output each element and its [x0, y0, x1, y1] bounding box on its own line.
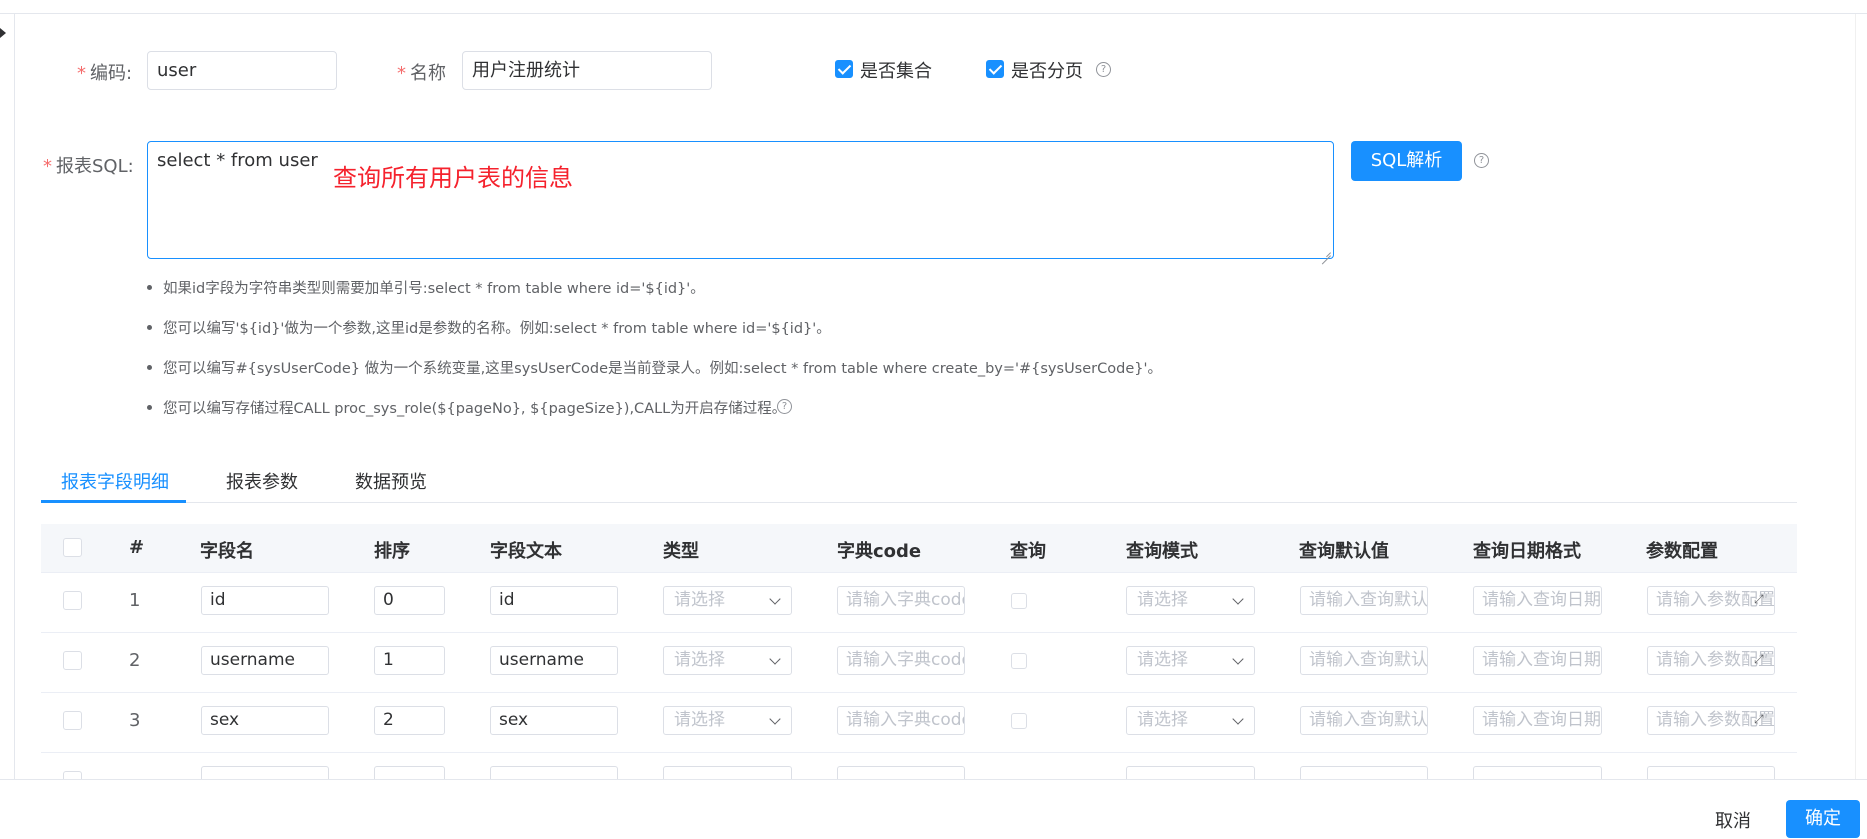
row-checkbox[interactable]: [63, 711, 82, 730]
type-select[interactable]: 请选择: [663, 586, 792, 615]
cancel-button[interactable]: 取消: [1715, 807, 1751, 833]
chevron-down-icon: [769, 713, 781, 725]
query-checkbox[interactable]: [1011, 713, 1027, 729]
dict-code-input[interactable]: 请输入字典code: [837, 586, 965, 615]
col-field-text: 字段文本: [490, 541, 562, 562]
scrollbar[interactable]: [1855, 14, 1867, 779]
field-text-input[interactable]: username: [490, 646, 618, 675]
tip-item: 您可以编写#{sysUserCode} 做为一个系统变量,这里sysUserCo…: [147, 357, 1162, 378]
col-dict-code: 字典code: [837, 541, 922, 562]
name-input[interactable]: 用户注册统计: [462, 51, 712, 90]
tip-item: 如果id字段为字符串类型则需要加单引号:select * from table …: [147, 277, 705, 298]
tab-field-details[interactable]: 报表字段明细: [61, 468, 169, 494]
name-label: * 名称: [397, 63, 446, 84]
query-mode-select[interactable]: 请选择: [1126, 586, 1255, 615]
col-type: 类型: [663, 541, 699, 562]
order-input[interactable]: 2: [374, 706, 445, 735]
confirm-button[interactable]: 确定: [1786, 800, 1860, 838]
row-index: 2: [129, 650, 141, 671]
order-input[interactable]: 0: [374, 586, 445, 615]
query-default-input[interactable]: 请输入查询默认值: [1300, 646, 1428, 675]
row-divider: [41, 752, 1797, 753]
expand-icon[interactable]: ⤢: [1754, 593, 1767, 606]
chevron-down-icon: [1232, 713, 1244, 725]
chevron-down-icon: [1232, 653, 1244, 665]
tab-report-params[interactable]: 报表参数: [226, 468, 298, 494]
query-date-format-input[interactable]: 请输入查询日期格式: [1473, 586, 1602, 615]
query-checkbox[interactable]: [1011, 593, 1027, 609]
left-border: [14, 14, 15, 779]
type-select[interactable]: 请选择: [663, 706, 792, 735]
order-input[interactable]: 1: [374, 646, 445, 675]
sql-textarea[interactable]: select * from user: [147, 141, 1334, 259]
chevron-down-icon: [1232, 593, 1244, 605]
code-label: * 编码:: [77, 63, 133, 84]
collapse-arrow-icon[interactable]: [0, 28, 6, 38]
row-index: 1: [129, 590, 141, 611]
tip-item: 您可以编写存储过程CALL proc_sys_role(${pageNo}, $…: [147, 397, 786, 418]
col-query: 查询: [1010, 541, 1046, 562]
tab-data-preview[interactable]: 数据预览: [355, 468, 427, 494]
row-checkbox[interactable]: [63, 651, 82, 670]
select-all-checkbox[interactable]: [63, 538, 82, 557]
col-query-default: 查询默认值: [1299, 541, 1389, 562]
sql-annotation: 查询所有用户表的信息: [333, 164, 573, 192]
sql-help-icon[interactable]: ?: [1474, 153, 1489, 168]
expand-icon[interactable]: ⤢: [1754, 713, 1767, 726]
query-default-input[interactable]: 请输入查询默认值: [1300, 706, 1428, 735]
query-date-format-input[interactable]: 请输入查询日期格式: [1473, 706, 1602, 735]
expand-icon[interactable]: ⤢: [1754, 653, 1767, 666]
resize-handle-icon[interactable]: [1321, 246, 1331, 256]
dialog-footer: 取消 确定: [0, 779, 1867, 839]
sql-parse-button[interactable]: SQL解析: [1351, 141, 1462, 181]
field-name-input[interactable]: id: [201, 586, 329, 615]
row-divider: [41, 692, 1797, 693]
is-paged-checkbox[interactable]: [986, 60, 1004, 78]
chevron-down-icon: [769, 593, 781, 605]
header-divider: [0, 0, 1867, 14]
field-text-input[interactable]: id: [490, 586, 618, 615]
tab-active-indicator: [41, 500, 186, 503]
is-paged-label: 是否分页: [1011, 61, 1083, 82]
col-param-config: 参数配置: [1646, 541, 1718, 562]
query-mode-select[interactable]: 请选择: [1126, 646, 1255, 675]
tab-bar: [41, 502, 1797, 503]
sql-label: * 报表SQL:: [43, 156, 134, 177]
help-icon[interactable]: ?: [1096, 62, 1111, 77]
procedure-help-icon[interactable]: ?: [777, 399, 792, 414]
dict-code-input[interactable]: 请输入字典code: [837, 646, 965, 675]
code-input[interactable]: user: [147, 51, 337, 90]
col-query-mode: 查询模式: [1126, 541, 1198, 562]
col-index: #: [129, 537, 145, 558]
dict-code-input[interactable]: 请输入字典code: [837, 706, 965, 735]
query-default-input[interactable]: 请输入查询默认值: [1300, 586, 1428, 615]
type-select[interactable]: 请选择: [663, 646, 792, 675]
sql-text: select * from user: [157, 150, 318, 171]
row-index: 3: [129, 710, 141, 731]
row-divider: [41, 632, 1797, 633]
query-checkbox[interactable]: [1011, 653, 1027, 669]
col-order: 排序: [374, 541, 410, 562]
query-date-format-input[interactable]: 请输入查询日期格式: [1473, 646, 1602, 675]
field-name-input[interactable]: sex: [201, 706, 329, 735]
row-checkbox[interactable]: [63, 591, 82, 610]
tip-item: 您可以编写'${id}'做为一个参数,这里id是参数的名称。例如:select …: [147, 317, 831, 338]
field-name-input[interactable]: username: [201, 646, 329, 675]
chevron-down-icon: [769, 653, 781, 665]
is-collection-checkbox[interactable]: [835, 60, 853, 78]
col-field-name: 字段名: [200, 541, 254, 562]
query-mode-select[interactable]: 请选择: [1126, 706, 1255, 735]
field-text-input[interactable]: sex: [490, 706, 618, 735]
col-query-date-format: 查询日期格式: [1473, 541, 1581, 562]
is-collection-label: 是否集合: [860, 61, 932, 82]
